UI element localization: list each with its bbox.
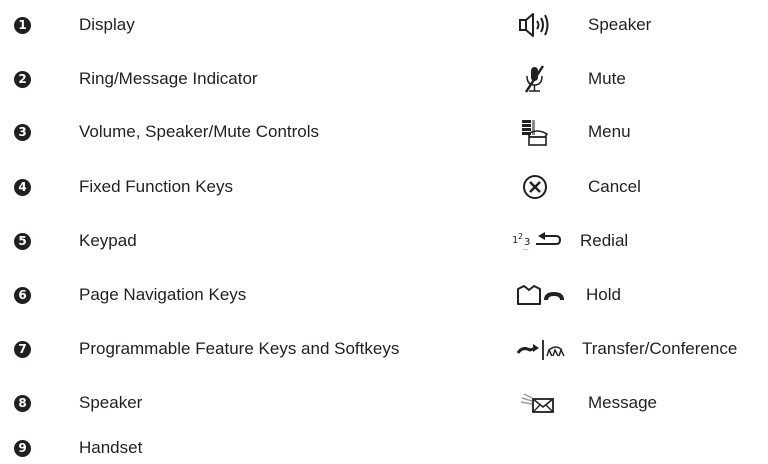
component-label: Ring/Message Indicator [79, 69, 258, 88]
component-item: 2 Ring/Message Indicator [14, 64, 258, 94]
cancel-icon [518, 172, 562, 202]
redial-icon: 1 2 3 ... [510, 226, 562, 256]
number-badge: 4 [14, 178, 31, 196]
key-label: Message [588, 393, 657, 412]
key-item-cancel: Cancel [518, 172, 641, 202]
key-item-mute: Mute [518, 64, 626, 94]
key-label: Speaker [588, 15, 652, 34]
transfer-conference-icon [516, 334, 572, 364]
component-label: Page Navigation Keys [79, 285, 247, 304]
svg-text:2: 2 [518, 232, 523, 241]
hold-icon [515, 280, 565, 310]
component-label: Programmable Feature Keys and Softkeys [79, 339, 400, 358]
key-item-hold: Hold [515, 280, 621, 310]
number-badge: 9 [14, 439, 31, 457]
number-badge: 2 [14, 70, 31, 88]
key-label: Transfer/Conference [582, 339, 738, 358]
component-item: 5 Keypad [14, 226, 137, 256]
component-label: Volume, Speaker/Mute Controls [79, 122, 320, 141]
component-label: Display [79, 15, 135, 34]
key-item-transfer-conference: Transfer/Conference [516, 334, 737, 364]
key-item-redial: 1 2 3 ... Redial [510, 226, 628, 256]
component-item: 9 Handset [14, 433, 142, 463]
number-badge: 3 [14, 123, 31, 141]
key-label: Menu [588, 122, 631, 141]
mute-icon [518, 64, 562, 94]
number-badge: 1 [14, 16, 31, 34]
key-label: Hold [586, 285, 621, 304]
number-badge: 7 [14, 340, 31, 358]
component-label: Speaker [79, 393, 143, 412]
component-item: 7 Programmable Feature Keys and Softkeys [14, 334, 399, 364]
component-item: 4 Fixed Function Keys [14, 172, 233, 202]
key-item-menu: Menu [518, 117, 631, 147]
svg-text:...: ... [523, 245, 529, 252]
component-item: 3 Volume, Speaker/Mute Controls [14, 117, 319, 147]
key-label: Mute [588, 69, 626, 88]
message-icon [518, 388, 562, 418]
menu-icon [518, 117, 562, 147]
number-badge: 5 [14, 232, 31, 250]
number-badge: 6 [14, 286, 31, 304]
key-label: Redial [580, 231, 629, 250]
component-item: 1 Display [14, 10, 135, 40]
key-item-message: Message [518, 388, 657, 418]
key-item-speaker: Speaker [518, 10, 651, 40]
number-badge: 8 [14, 394, 31, 412]
component-item: 6 Page Navigation Keys [14, 280, 246, 310]
key-label: Cancel [588, 177, 641, 196]
component-label: Handset [79, 438, 143, 457]
component-label: Fixed Function Keys [79, 177, 234, 196]
component-label: Keypad [79, 231, 137, 250]
component-item: 8 Speaker [14, 388, 142, 418]
speaker-icon [518, 10, 562, 40]
